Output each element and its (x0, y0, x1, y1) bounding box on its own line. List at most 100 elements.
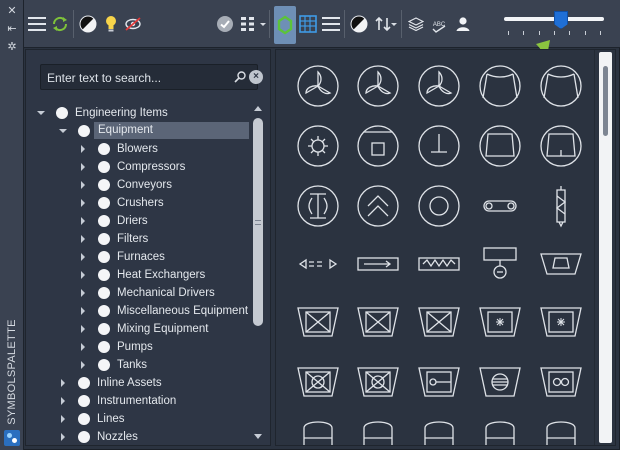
tree-item[interactable]: Conveyors (26, 176, 252, 194)
app-logo-icon[interactable] (4, 430, 20, 446)
compressor-symbol[interactable] (531, 56, 591, 116)
chevron-down-icon[interactable] (36, 108, 46, 118)
belt-conveyor-symbol[interactable] (470, 176, 530, 236)
fan-blower-symbol[interactable] (348, 56, 408, 116)
lightbulb-icon[interactable] (100, 12, 122, 36)
filter-circle-x-symbol[interactable] (348, 352, 408, 412)
compressor-t-symbol[interactable] (409, 116, 469, 176)
tree-item[interactable]: Driers (26, 212, 252, 230)
properties-icon[interactable]: ✲ (4, 40, 20, 54)
tank-symbol[interactable] (409, 408, 469, 445)
slider-thumb[interactable] (554, 11, 568, 29)
screw-conveyor-symbol[interactable] (531, 176, 591, 236)
refresh-icon[interactable] (49, 12, 71, 36)
chevron-right-icon[interactable] (78, 360, 88, 370)
chevron-right-icon[interactable] (78, 342, 88, 352)
tree-item[interactable]: Mixing Equipment (26, 320, 252, 338)
spellcheck-icon[interactable]: ABC (428, 12, 450, 36)
chevron-right-icon[interactable] (58, 378, 68, 388)
chevron-right-icon[interactable] (78, 234, 88, 244)
tree-item[interactable]: Compressors (26, 158, 252, 176)
tank-symbol[interactable] (531, 408, 591, 445)
crusher-symbol[interactable] (288, 176, 348, 236)
tree-item[interactable]: Furnaces (26, 248, 252, 266)
scroll-up-icon[interactable] (254, 106, 262, 111)
chevron-crusher-symbol[interactable] (348, 176, 408, 236)
conveyor-zigzag-symbol[interactable] (409, 234, 469, 294)
tree-item[interactable]: Heat Exchangers (26, 266, 252, 284)
chevron-right-icon[interactable] (58, 396, 68, 406)
chevron-right-icon[interactable] (78, 270, 88, 280)
tree-item[interactable]: Miscellaneous Equipment (26, 302, 252, 320)
chevron-down-icon[interactable] (58, 126, 68, 136)
tree-scrollbar[interactable] (252, 104, 264, 444)
menu-icon[interactable] (26, 12, 48, 36)
filter-lollipop-symbol[interactable] (409, 352, 469, 412)
contrast-icon[interactable] (77, 12, 99, 36)
compressor-box-symbol[interactable] (348, 116, 408, 176)
conveyor-dashed-symbol[interactable] (288, 234, 348, 294)
tree-item[interactable]: Crushers (26, 194, 252, 212)
tree-item[interactable]: Lines (26, 410, 252, 428)
chevron-right-icon[interactable] (58, 414, 68, 424)
tree-item[interactable]: Filters (26, 230, 252, 248)
table-icon[interactable] (297, 12, 319, 36)
filter-x-symbol[interactable] (348, 292, 408, 352)
checkmark-icon[interactable] (214, 12, 236, 36)
clear-search-icon[interactable]: × (249, 70, 263, 84)
compressor-trapezoid-symbol[interactable] (470, 116, 530, 176)
layers-icon[interactable] (405, 12, 427, 36)
tree-item[interactable]: Pumps (26, 338, 252, 356)
compressor-symbol[interactable] (470, 56, 530, 116)
chevron-right-icon[interactable] (78, 180, 88, 190)
filter-x-symbol[interactable] (409, 292, 469, 352)
symbol-grid-scrollbar[interactable] (594, 50, 615, 445)
chevron-right-icon[interactable] (78, 162, 88, 172)
tree-item[interactable]: Nozzles (26, 428, 252, 444)
feeder-symbol[interactable] (470, 234, 530, 294)
filter-striped-symbol[interactable] (470, 352, 530, 412)
chevron-right-icon[interactable] (78, 324, 88, 334)
close-icon[interactable]: ✕ (4, 4, 20, 18)
filter-star-symbol[interactable] (531, 292, 591, 352)
tree-item[interactable]: Tanks (26, 356, 252, 374)
tree-item[interactable]: Equipment (26, 122, 252, 140)
chevron-right-icon[interactable] (78, 198, 88, 208)
hide-icon[interactable] (122, 12, 144, 36)
conveyor-arrow-symbol[interactable] (348, 234, 408, 294)
list-icon[interactable] (320, 12, 342, 36)
chevron-right-icon[interactable] (78, 216, 88, 226)
gear-blower-symbol[interactable] (288, 116, 348, 176)
auto-hide-icon[interactable]: ⇤ (4, 22, 20, 36)
hopper-symbol[interactable] (531, 234, 591, 294)
filter-x-symbol[interactable] (288, 292, 348, 352)
chevron-down-icon[interactable] (260, 22, 266, 28)
scroll-down-icon[interactable] (254, 434, 262, 439)
tree-item[interactable]: Inline Assets (26, 374, 252, 392)
compressor-notch-symbol[interactable] (531, 116, 591, 176)
chevron-down-icon[interactable] (391, 22, 397, 28)
filter-double-symbol[interactable] (531, 352, 591, 412)
contrast-icon[interactable] (348, 12, 370, 36)
filter-circle-x-symbol[interactable] (288, 352, 348, 412)
scrollbar-thumb[interactable] (603, 66, 608, 136)
filter-star-symbol[interactable] (470, 292, 530, 352)
disc-crusher-symbol[interactable] (409, 176, 469, 236)
fan-blower-symbol[interactable] (409, 56, 469, 116)
tree-item[interactable]: Blowers (26, 140, 252, 158)
fan-blower-symbol[interactable] (288, 56, 348, 116)
symbol-size-slider[interactable] (502, 8, 606, 38)
chevron-right-icon[interactable] (78, 288, 88, 298)
search-input[interactable] (47, 69, 207, 87)
tree-item[interactable]: Mechanical Drivers (26, 284, 252, 302)
chevron-right-icon[interactable] (78, 306, 88, 316)
tree-view-icon[interactable] (274, 6, 296, 44)
chevron-right-icon[interactable] (78, 252, 88, 262)
chevron-right-icon[interactable] (78, 144, 88, 154)
grid-view-icon[interactable] (237, 12, 259, 36)
tree-item[interactable]: Engineering Items (26, 104, 252, 122)
search-icon[interactable] (233, 70, 247, 84)
tank-symbol[interactable] (348, 408, 408, 445)
tree-item[interactable]: Instrumentation (26, 392, 252, 410)
chevron-right-icon[interactable] (58, 432, 68, 442)
